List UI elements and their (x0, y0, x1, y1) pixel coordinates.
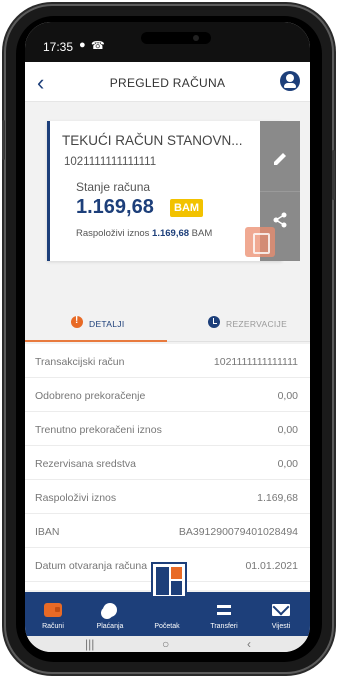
recent-apps-icon[interactable]: ||| (85, 637, 94, 651)
details-list[interactable]: Transakcijski račun 1021111111111111 Odo… (25, 344, 310, 590)
account-number: 1021111111111111 (64, 156, 157, 168)
available-value: 1.169,68 (152, 228, 190, 239)
balance-label: Stanje računa (76, 180, 151, 194)
wallet-icon (44, 603, 62, 617)
status-bar: 17:35 ● ☎ (25, 22, 310, 62)
available-currency: BAM (191, 228, 213, 239)
nav-home[interactable]: Početak (139, 592, 195, 636)
detail-label: Raspoloživi iznos (35, 492, 117, 504)
top-app-bar: ‹ PREGLED RAČUNA (25, 62, 310, 102)
phone-call-icon: ☎ (91, 40, 105, 52)
detail-row: Raspoloživi iznos 1.169,68 (25, 480, 310, 514)
tab-reservations-label: REZERVACIJE (226, 319, 288, 329)
account-name: TEKUĆI RAČUN STANOVN... (62, 133, 243, 148)
nav-transfers-label: Transferi (210, 623, 238, 630)
edit-button[interactable] (260, 131, 300, 191)
nav-home-label: Početak (154, 623, 180, 630)
home-tile-block (171, 567, 182, 579)
detail-label: Trenutno prekoračeni iznos (35, 424, 162, 436)
home-circle-icon[interactable]: ○ (162, 637, 169, 651)
transfer-icon (215, 601, 233, 619)
notification-icon: ● (79, 39, 86, 51)
detail-label: Transakcijski račun (35, 356, 125, 368)
share-icon (273, 212, 287, 228)
nav-transfers[interactable]: Transferi (196, 592, 252, 636)
home-tile-block (171, 581, 182, 595)
bottom-navigation: Računi Plaćanja Početak Transferi Vijest… (25, 592, 310, 636)
detail-value: 0,00 (277, 390, 298, 402)
detail-label: Datum otvaranja računa (35, 560, 148, 572)
nav-news-label: Vijesti (271, 623, 291, 630)
detail-value: 0,00 (277, 424, 298, 436)
info-icon (71, 315, 83, 328)
nav-payments[interactable]: Plaćanja (82, 592, 138, 636)
tab-details-label: DETALJI (89, 319, 125, 329)
detail-value: 1.169,68 (257, 492, 298, 504)
detail-row: Odobreno prekoračenje 0,00 (25, 378, 310, 412)
home-tile-block (156, 567, 169, 595)
tab-details[interactable]: DETALJI (25, 304, 167, 342)
detail-row: IBAN BA391290079401028494 (25, 514, 310, 548)
mail-icon (272, 604, 290, 616)
user-profile-icon[interactable] (280, 71, 300, 91)
account-card-carousel[interactable]: TEKUĆI RAČUN STANOVN... 1021111111111111… (25, 103, 310, 293)
system-back-icon[interactable]: ‹ (247, 637, 251, 651)
document-icon[interactable] (245, 227, 275, 257)
detail-value: BA391290079401028494 (178, 526, 298, 538)
screen: 17:35 ● ☎ ‹ PREGLED RAČUNA TEKUĆI RAČUN … (25, 22, 310, 652)
detail-label: Rezervisana sredstva (35, 458, 136, 470)
volume-button (2, 120, 5, 160)
page-title: PREGLED RAČUNA (109, 76, 226, 90)
status-time: 17:35 (43, 40, 74, 54)
detail-row: Rezervisana sredstva 0,00 (25, 446, 310, 480)
nav-payments-label: Plaćanja (96, 623, 124, 630)
detail-value: 1021111111111111 (213, 356, 298, 368)
tab-reservations[interactable]: REZERVACIJE (168, 304, 310, 342)
currency-badge: BAM (170, 199, 204, 217)
detail-value: 01.01.2021 (245, 560, 298, 572)
detail-value: 0,00 (277, 458, 298, 470)
available-label: Raspoloživi iznos (76, 228, 150, 239)
system-navigation-bar: ||| ○ ‹ (25, 636, 310, 652)
nav-accounts[interactable]: Računi (25, 592, 81, 636)
balance-value: 1.169,68 (76, 196, 154, 218)
detail-row: Trenutno prekoračeni iznos 0,00 (25, 412, 310, 446)
camera-notch (141, 32, 211, 44)
available-amount: Raspoloživi iznos 1.169,68 BAM (76, 228, 212, 239)
detail-label: IBAN (35, 526, 60, 538)
detail-label: Odobreno prekoračenje (35, 390, 146, 402)
pencil-icon (274, 153, 286, 165)
detail-row: Transakcijski račun 1021111111111111 (25, 344, 310, 378)
nav-accounts-label: Računi (42, 623, 64, 630)
coins-icon (103, 603, 117, 617)
home-tile-icon[interactable] (151, 562, 187, 598)
power-button (332, 150, 335, 200)
clock-icon (208, 316, 220, 328)
tab-bar: DETALJI REZERVACIJE (25, 304, 310, 342)
nav-news[interactable]: Vijesti (253, 592, 309, 636)
